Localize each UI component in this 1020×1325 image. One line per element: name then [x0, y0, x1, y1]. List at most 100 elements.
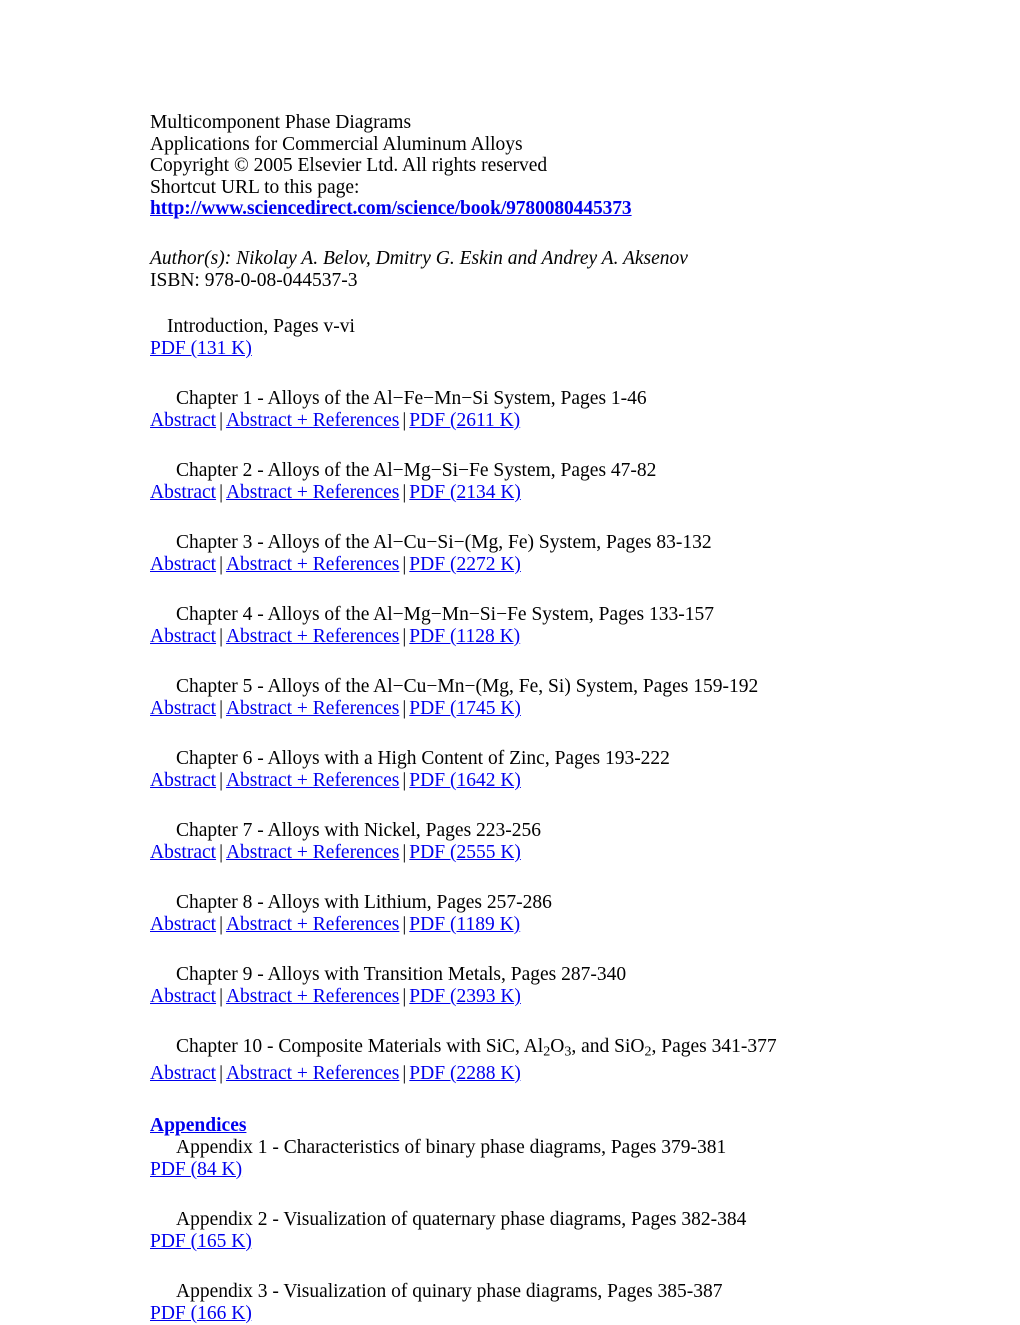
toc-entry-introduction: Introduction, Pages v-vi PDF (131 K): [150, 316, 1020, 360]
abstract-link[interactable]: Abstract: [150, 554, 216, 575]
pdf-link[interactable]: PDF (2288 K): [409, 1063, 521, 1084]
pdf-link[interactable]: PDF (131 K): [150, 338, 252, 359]
abstract-link[interactable]: Abstract: [150, 698, 216, 719]
abstract-references-link[interactable]: Abstract + References: [226, 914, 399, 935]
entry-title: Chapter 6 - Alloys with a High Content o…: [176, 748, 670, 770]
abstract-link[interactable]: Abstract: [150, 482, 216, 503]
entry-title: Chapter 9 - Alloys with Transition Metal…: [176, 964, 627, 986]
entry-links: Abstract | Abstract + References | PDF (2134…: [150, 482, 1020, 504]
entry-title: Introduction, Pages v-vi: [167, 316, 355, 338]
abstract-references-link[interactable]: Abstract + References: [226, 410, 399, 431]
abstract-references-link[interactable]: Abstract + References: [226, 986, 399, 1007]
entry-title: Chapter 1 - Alloys of the Al−Fe−Mn−Si Sy…: [176, 388, 647, 410]
entry-title: Chapter 5 - Alloys of the Al−Cu−Mn−(Mg, …: [176, 676, 759, 698]
pdf-link[interactable]: PDF (165 K): [150, 1231, 252, 1252]
link-separator: |: [402, 410, 407, 432]
entry-title: Chapter 8 - Alloys with Lithium, Pages 2…: [176, 892, 552, 914]
toc-entry-chapter: Chapter 5 - Alloys of the Al−Cu−Mn−(Mg, …: [150, 676, 1020, 720]
link-separator: |: [219, 554, 223, 576]
abstract-link[interactable]: Abstract: [150, 626, 216, 647]
toc-entry-chapter: Chapter 8 - Alloys with Lithium, Pages 2…: [150, 892, 1020, 936]
entry-title: Appendix 1 - Characteristics of binary p…: [176, 1136, 727, 1158]
link-separator: |: [402, 698, 407, 720]
entries-list: Introduction, Pages v-vi PDF (131 K) Chapt…: [150, 316, 1020, 1085]
link-separator: |: [402, 986, 407, 1008]
abstract-link[interactable]: Abstract: [150, 914, 216, 935]
pdf-link[interactable]: PDF (2134 K): [409, 482, 521, 503]
entry-links: Abstract | Abstract + References | PDF (2393…: [150, 986, 1020, 1008]
toc-entry-appendix: Appendix 2 - Visualization of quaternary…: [150, 1209, 1020, 1253]
pdf-link[interactable]: PDF (1642 K): [409, 770, 521, 791]
abstract-references-link[interactable]: Abstract + References: [226, 770, 399, 791]
entry-title: Appendix 2 - Visualization of quaternary…: [176, 1208, 747, 1230]
abstract-references-link[interactable]: Abstract + References: [226, 842, 399, 863]
abstract-references-link[interactable]: Abstract + References: [226, 626, 399, 647]
abstract-link[interactable]: Abstract: [150, 986, 216, 1007]
toc-entry-chapter: Chapter 1 - Alloys of the Al−Fe−Mn−Si Sy…: [150, 388, 1020, 432]
shortcut-url-line: http://www.sciencedirect.com/science/boo…: [150, 198, 1020, 220]
link-separator: |: [219, 626, 223, 648]
link-separator: |: [402, 842, 407, 864]
header-gap: [150, 220, 1020, 248]
link-separator: |: [219, 914, 223, 936]
book-subtitle: Applications for Commercial Aluminum All…: [150, 133, 523, 155]
toc-entry-chapter: Chapter 3 - Alloys of the Al−Cu−Si−(Mg, …: [150, 532, 1020, 576]
link-separator: |: [219, 986, 223, 1008]
abstract-references-link[interactable]: Abstract + References: [226, 482, 399, 503]
entry-title: Chapter 4 - Alloys of the Al−Mg−Mn−Si−Fe…: [176, 604, 714, 626]
toc-entry-chapter: Chapter 9 - Alloys with Transition Metal…: [150, 964, 1020, 1008]
appendices-heading: Appendices: [150, 1115, 1020, 1137]
abstract-link[interactable]: Abstract: [150, 1063, 216, 1084]
book-title: Multicomponent Phase Diagrams: [150, 112, 412, 133]
link-separator: |: [219, 698, 223, 720]
link-separator: |: [402, 914, 407, 936]
link-separator: |: [402, 626, 407, 648]
entry-links: Abstract | Abstract + References | PDF (2611…: [150, 410, 1020, 432]
toc-entry-chapter: Chapter 6 - Alloys with a High Content o…: [150, 748, 1020, 792]
copyright-notice: Copyright © 2005 Elsevier Ltd. All right…: [150, 155, 548, 177]
pdf-link[interactable]: PDF (2272 K): [409, 554, 521, 575]
abstract-link[interactable]: Abstract: [150, 770, 216, 791]
pdf-link[interactable]: PDF (1128 K): [409, 626, 520, 647]
shortcut-url-link[interactable]: http://www.sciencedirect.com/science/boo…: [150, 198, 632, 219]
pdf-link[interactable]: PDF (84 K): [150, 1159, 242, 1180]
link-separator: |: [219, 1062, 223, 1084]
toc-entry-appendix: Appendix 1 - Characteristics of binary p…: [150, 1137, 1020, 1181]
abstract-link[interactable]: Abstract: [150, 410, 216, 431]
link-separator: |: [402, 554, 407, 576]
shortcut-url-label: Shortcut URL to this page:: [150, 176, 360, 198]
link-separator: |: [219, 770, 223, 792]
link-separator: |: [402, 1062, 407, 1084]
book-header: Multicomponent Phase Diagrams Applicatio…: [150, 112, 1020, 291]
abstract-references-link[interactable]: Abstract + References: [226, 554, 399, 575]
entry-title: Chapter 10 - Composite Materials with Si…: [176, 1036, 777, 1060]
document-page: Multicomponent Phase Diagrams Applicatio…: [0, 0, 1020, 1324]
link-separator: |: [219, 482, 223, 504]
pdf-link[interactable]: PDF (2555 K): [409, 842, 521, 863]
pdf-link[interactable]: PDF (2393 K): [409, 986, 521, 1007]
abstract-references-link[interactable]: Abstract + References: [226, 698, 399, 719]
entry-title: Chapter 7 - Alloys with Nickel, Pages 22…: [176, 820, 542, 842]
appendices-link[interactable]: Appendices: [150, 1115, 246, 1136]
entry-links: Abstract | Abstract + References | PDF (1745…: [150, 698, 1020, 720]
entry-title: Chapter 3 - Alloys of the Al−Cu−Si−(Mg, …: [176, 532, 712, 554]
entry-links: PDF (165 K): [150, 1231, 1020, 1253]
pdf-link[interactable]: PDF (166 K): [150, 1303, 252, 1324]
entry-links: Abstract | Abstract + References | PDF (1189…: [150, 914, 1020, 936]
authors-line: Author(s): Nikolay A. Belov, Dmitry G. E…: [150, 247, 688, 269]
entry-links: Abstract | Abstract + References | PDF (1128…: [150, 626, 1020, 648]
link-separator: |: [219, 842, 223, 864]
link-separator: |: [219, 410, 223, 432]
entry-links: PDF (131 K): [150, 338, 1020, 360]
abstract-references-link[interactable]: Abstract + References: [226, 1063, 399, 1084]
abstract-link[interactable]: Abstract: [150, 842, 216, 863]
entry-links: Abstract | Abstract + References | PDF (2288…: [150, 1063, 1020, 1085]
pdf-link[interactable]: PDF (1745 K): [409, 698, 521, 719]
entry-title: Chapter 2 - Alloys of the Al−Mg−Si−Fe Sy…: [176, 460, 657, 482]
toc-entry-chapter: Chapter 4 - Alloys of the Al−Mg−Mn−Si−Fe…: [150, 604, 1020, 648]
pdf-link[interactable]: PDF (2611 K): [409, 410, 520, 431]
toc-entry-chapter: Chapter 2 - Alloys of the Al−Mg−Si−Fe Sy…: [150, 460, 1020, 504]
pdf-link[interactable]: PDF (1189 K): [409, 914, 520, 935]
toc-entry-chapter: Chapter 7 - Alloys with Nickel, Pages 22…: [150, 820, 1020, 864]
toc-entry-appendix: Appendix 3 - Visualization of quinary ph…: [150, 1281, 1020, 1325]
